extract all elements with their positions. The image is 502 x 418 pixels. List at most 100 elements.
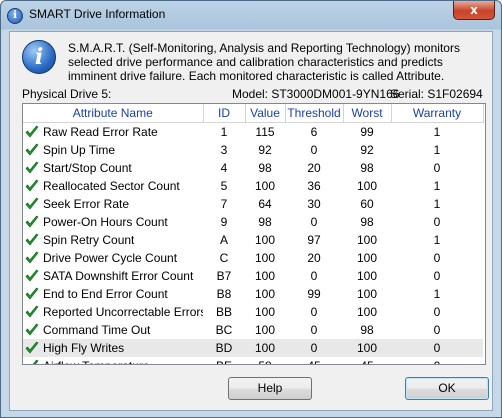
checkmark-icon (25, 269, 39, 282)
attribute-worst-cell: 100 (343, 339, 391, 357)
attribute-value-cell: 100 (254, 179, 276, 193)
attribute-threshold-cell: 45 (285, 357, 343, 364)
table-row[interactable]: Airflow TemperatureBE5845450 (23, 357, 483, 364)
ok-button[interactable]: OK (405, 377, 489, 400)
attribute-worst-cell: 98 (360, 323, 374, 337)
table-row[interactable]: High Fly Writes BD 100 0 100 0 (23, 339, 483, 357)
column-header[interactable]: Attribute Name (23, 104, 204, 123)
attribute-warranty-cell: 1 (433, 287, 441, 301)
checkmark-icon (25, 161, 39, 174)
attribute-worst-cell: 100 (356, 179, 378, 193)
attribute-id-cell: BB (215, 305, 232, 319)
attribute-id-cell: 4 (220, 161, 228, 175)
attribute-worst-cell: 100 (356, 287, 378, 301)
attribute-worst-cell: 45 (343, 357, 391, 364)
attribute-threshold-cell: 0 (310, 143, 318, 157)
checkmark-icon (25, 215, 39, 228)
attribute-name: Reallocated Sector Count (43, 179, 180, 193)
attribute-value-cell: 100 (254, 269, 276, 283)
table-row[interactable]: Raw Read Error Rate 1 115 6 99 1 (23, 123, 483, 142)
checkmark-icon (25, 125, 39, 138)
attribute-name-cell: High Fly Writes (23, 339, 203, 357)
attribute-worst-cell: 100 (356, 305, 378, 319)
window-title: SMART Drive Information (29, 7, 166, 21)
checkmark-icon (25, 287, 39, 300)
table-row[interactable]: End to End Error Count B8 100 99 100 1 (23, 285, 483, 303)
title-bar[interactable]: i SMART Drive Information x (1, 1, 501, 29)
attribute-id-cell: 3 (220, 143, 228, 157)
attribute-warranty-cell: 1 (433, 197, 441, 211)
table-row[interactable]: Reported Uncorrectable Errors BB 100 0 100 0 (23, 303, 483, 321)
attribute-name-cell: SATA Downshift Error Count (23, 267, 203, 285)
attribute-name: Raw Read Error Rate (43, 125, 158, 139)
attribute-name: End to End Error Count (43, 287, 168, 301)
table-row[interactable]: Power-On Hours Count 9 98 0 98 0 (23, 213, 483, 231)
table-row[interactable]: Command Time Out BC 100 0 98 0 (23, 321, 483, 339)
attribute-name-cell: End to End Error Count (23, 285, 203, 303)
attribute-warranty-cell: 0 (433, 215, 441, 229)
attribute-warranty-cell: 0 (433, 323, 441, 337)
attribute-warranty-cell: 0 (433, 269, 441, 283)
attribute-name: SATA Downshift Error Count (43, 269, 194, 283)
attribute-list[interactable]: Attribute Name ID Value Threshold Worst Warra… (22, 103, 486, 365)
attribute-warranty-cell: 1 (433, 143, 441, 157)
table-row[interactable]: Seek Error Rate 7 64 30 60 1 (23, 195, 483, 213)
close-button[interactable]: x (453, 1, 495, 20)
attribute-id-cell: 7 (220, 197, 228, 211)
table-row[interactable]: Reallocated Sector Count 5 100 36 100 1 (23, 177, 483, 195)
attribute-threshold-cell: 0 (310, 305, 318, 319)
attribute-threshold-cell: 0 (285, 339, 343, 357)
attribute-threshold-cell: 0 (310, 323, 318, 337)
attribute-value-cell: 98 (258, 161, 272, 175)
help-button[interactable]: Help (228, 377, 312, 400)
attribute-threshold-cell: 20 (307, 251, 321, 265)
smart-info-dialog: i SMART Drive Information x i S.M.A.R.T.… (0, 0, 502, 418)
attribute-warranty-cell: 1 (433, 125, 441, 139)
attribute-warranty-cell: 0 (391, 339, 483, 357)
attribute-table: Attribute Name ID Value Threshold Worst Warra… (23, 104, 484, 364)
table-row[interactable]: SATA Downshift Error Count B7 100 0 100 0 (23, 267, 483, 285)
checkmark-icon (25, 341, 39, 354)
attribute-name: Seek Error Rate (43, 197, 130, 211)
attribute-name: Power-On Hours Count (43, 215, 168, 229)
attribute-value-cell: 64 (258, 197, 272, 211)
attribute-threshold-cell: 97 (307, 233, 321, 247)
attribute-warranty-cell: 0 (391, 357, 483, 364)
column-header[interactable]: ID (203, 104, 246, 123)
column-header[interactable]: Threshold (285, 104, 344, 123)
attribute-value-cell: 100 (254, 323, 276, 337)
attribute-name: Start/Stop Count (43, 161, 132, 175)
attribute-value-cell: 100 (254, 251, 276, 265)
attribute-name-cell: Raw Read Error Rate (23, 123, 203, 142)
table-row[interactable]: Spin Retry Count A 100 97 100 1 (23, 231, 483, 249)
attribute-name-cell: Spin Retry Count (23, 231, 203, 249)
attribute-value-cell: 100 (254, 305, 276, 319)
attribute-id-cell: BC (215, 323, 233, 337)
attribute-threshold-cell: 0 (310, 215, 318, 229)
table-row[interactable]: Spin Up Time 3 92 0 92 1 (23, 141, 483, 159)
attribute-name-cell: Seek Error Rate (23, 195, 203, 213)
attribute-value-cell: 100 (245, 339, 285, 357)
app-info-icon: i (7, 8, 23, 24)
table-row[interactable]: Drive Power Cycle Count C 100 20 100 0 (23, 249, 483, 267)
attribute-value-cell: 100 (254, 233, 276, 247)
smart-description: S.M.A.R.T. (Self-Monitoring, Analysis an… (68, 41, 460, 83)
table-header: Attribute Name ID Value Threshold Worst Warra… (23, 104, 484, 123)
attribute-id-cell: A (219, 233, 228, 247)
checkmark-icon (25, 233, 39, 246)
column-header[interactable]: Value (245, 104, 286, 123)
column-header[interactable]: Worst (343, 104, 392, 123)
attribute-value-cell: 98 (258, 215, 272, 229)
drive-info: Physical Drive 5: Model: ST3000DM001-9YN… (22, 87, 486, 101)
attribute-name-cell: Reported Uncorrectable Errors (23, 303, 203, 321)
attribute-name: High Fly Writes (43, 341, 125, 355)
attribute-threshold-cell: 6 (310, 125, 318, 139)
attribute-name-cell: Start/Stop Count (23, 159, 203, 177)
column-header[interactable]: Warranty (391, 104, 484, 123)
table-row[interactable]: Start/Stop Count 4 98 20 98 0 (23, 159, 483, 177)
checkmark-icon (25, 197, 39, 210)
physical-drive-label: Physical Drive 5: (22, 87, 112, 101)
attribute-name: Airflow Temperature (43, 359, 150, 364)
checkmark-icon (25, 143, 39, 156)
attribute-warranty-cell: 1 (433, 233, 441, 247)
